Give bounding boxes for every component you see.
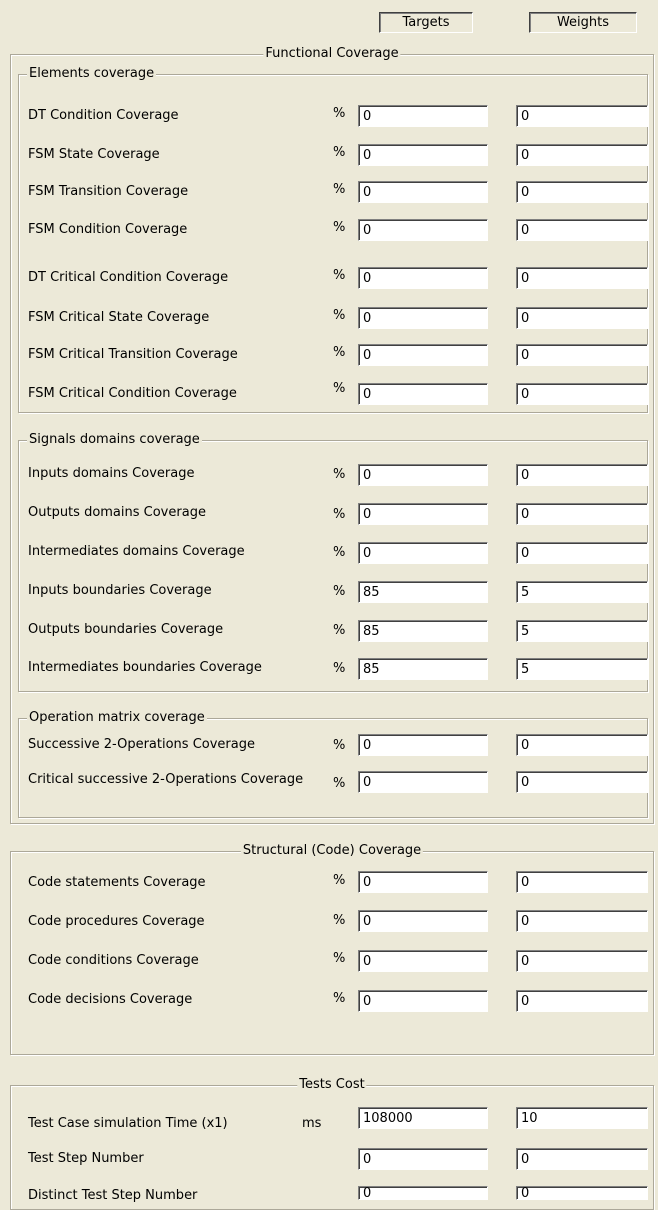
- row-label: Code conditions Coverage: [28, 953, 199, 968]
- row-label: Outputs boundaries Coverage: [28, 622, 224, 637]
- row-label: FSM Transition Coverage: [28, 184, 189, 199]
- percent-unit: %: [333, 182, 346, 197]
- code-conditions-weight-input[interactable]: [516, 950, 648, 972]
- distinct-test-step-number-weight-input[interactable]: [516, 1186, 648, 1200]
- fsm-critical-transition-weight-input[interactable]: [516, 344, 648, 366]
- critical-successive-2-operations-target-input[interactable]: [358, 771, 488, 793]
- intermediates-boundaries-weight-input[interactable]: [516, 658, 648, 680]
- percent-unit: %: [333, 308, 346, 323]
- row-label: Test Case simulation Time (x1): [28, 1116, 228, 1131]
- fsm-state-weight-input[interactable]: [516, 144, 648, 166]
- code-decisions-target-input[interactable]: [358, 990, 488, 1012]
- test-case-simulation-time-target-input[interactable]: [358, 1107, 488, 1129]
- successive-2-operations-target-input[interactable]: [358, 734, 488, 756]
- row-label: FSM Critical Condition Coverage: [28, 386, 237, 401]
- ms-unit: ms: [302, 1116, 322, 1131]
- row-label: Inputs boundaries Coverage: [28, 583, 212, 598]
- critical-successive-2-operations-weight-input[interactable]: [516, 771, 648, 793]
- dt-critical-condition-target-input[interactable]: [358, 267, 488, 289]
- row-label: DT Condition Coverage: [28, 108, 179, 123]
- test-step-number-weight-input[interactable]: [516, 1148, 648, 1170]
- inputs-domains-target-input[interactable]: [358, 464, 488, 486]
- row-label: Intermediates boundaries Coverage: [28, 660, 262, 675]
- code-procedures-target-input[interactable]: [358, 910, 488, 932]
- row-label: Successive 2-Operations Coverage: [28, 737, 255, 752]
- row-label: FSM Critical State Coverage: [28, 310, 210, 325]
- row-label: Outputs domains Coverage: [28, 505, 206, 520]
- functional-coverage-title: Functional Coverage: [263, 46, 401, 62]
- row-label: FSM State Coverage: [28, 147, 160, 162]
- code-statements-weight-input[interactable]: [516, 871, 648, 893]
- successive-2-operations-weight-input[interactable]: [516, 734, 648, 756]
- percent-unit: %: [333, 661, 346, 676]
- percent-unit: %: [333, 738, 346, 753]
- structural-coverage-title: Structural (Code) Coverage: [240, 843, 424, 859]
- dt-critical-condition-weight-input[interactable]: [516, 267, 648, 289]
- fsm-critical-state-target-input[interactable]: [358, 307, 488, 329]
- fsm-condition-weight-input[interactable]: [516, 219, 648, 241]
- fsm-state-target-input[interactable]: [358, 144, 488, 166]
- inputs-domains-weight-input[interactable]: [516, 464, 648, 486]
- code-conditions-target-input[interactable]: [358, 950, 488, 972]
- code-procedures-weight-input[interactable]: [516, 910, 648, 932]
- fsm-critical-condition-target-input[interactable]: [358, 383, 488, 405]
- code-decisions-weight-input[interactable]: [516, 990, 648, 1012]
- row-label: Critical successive 2-Operations Coverag…: [28, 772, 304, 787]
- percent-unit: %: [333, 106, 346, 121]
- outputs-domains-target-input[interactable]: [358, 503, 488, 525]
- fsm-critical-condition-weight-input[interactable]: [516, 383, 648, 405]
- outputs-domains-weight-input[interactable]: [516, 503, 648, 525]
- fsm-transition-target-input[interactable]: [358, 181, 488, 203]
- row-label: Code statements Coverage: [28, 875, 206, 890]
- percent-unit: %: [333, 951, 346, 966]
- fsm-critical-transition-target-input[interactable]: [358, 344, 488, 366]
- operation-matrix-coverage-group: Operation matrix coverage: [18, 710, 648, 818]
- weights-column-header: Weights: [529, 12, 637, 33]
- distinct-test-step-number-target-input[interactable]: [358, 1186, 488, 1200]
- percent-unit: %: [333, 776, 346, 791]
- row-label: Code procedures Coverage: [28, 914, 205, 929]
- row-label: FSM Critical Transition Coverage: [28, 347, 238, 362]
- intermediates-domains-target-input[interactable]: [358, 542, 488, 564]
- signals-domains-coverage-title: Signals domains coverage: [27, 432, 202, 448]
- percent-unit: %: [333, 507, 346, 522]
- percent-unit: %: [333, 381, 346, 396]
- fsm-critical-state-weight-input[interactable]: [516, 307, 648, 329]
- targets-column-header: Targets: [379, 12, 473, 33]
- row-label: Test Step Number: [28, 1151, 144, 1166]
- outputs-boundaries-target-input[interactable]: [358, 620, 488, 642]
- percent-unit: %: [333, 545, 346, 560]
- dt-condition-weight-input[interactable]: [516, 105, 648, 127]
- percent-unit: %: [333, 584, 346, 599]
- fsm-condition-target-input[interactable]: [358, 219, 488, 241]
- code-statements-target-input[interactable]: [358, 871, 488, 893]
- inputs-boundaries-weight-input[interactable]: [516, 581, 648, 603]
- dt-condition-target-input[interactable]: [358, 105, 488, 127]
- inputs-boundaries-target-input[interactable]: [358, 581, 488, 603]
- percent-unit: %: [333, 145, 346, 160]
- test-case-simulation-time-weight-input[interactable]: [516, 1107, 648, 1129]
- row-label: Inputs domains Coverage: [28, 466, 195, 481]
- row-label: DT Critical Condition Coverage: [28, 270, 229, 285]
- intermediates-domains-weight-input[interactable]: [516, 542, 648, 564]
- elements-coverage-title: Elements coverage: [27, 66, 157, 82]
- intermediates-boundaries-target-input[interactable]: [358, 658, 488, 680]
- percent-unit: %: [333, 345, 346, 360]
- test-step-number-target-input[interactable]: [358, 1148, 488, 1170]
- row-label: Code decisions Coverage: [28, 992, 193, 1007]
- percent-unit: %: [333, 467, 346, 482]
- operation-matrix-coverage-title: Operation matrix coverage: [27, 710, 207, 726]
- outputs-boundaries-weight-input[interactable]: [516, 620, 648, 642]
- fsm-transition-weight-input[interactable]: [516, 181, 648, 203]
- percent-unit: %: [333, 913, 346, 928]
- row-label: Distinct Test Step Number: [28, 1188, 198, 1203]
- percent-unit: %: [333, 268, 346, 283]
- percent-unit: %: [333, 991, 346, 1006]
- percent-unit: %: [333, 220, 346, 235]
- row-label: Intermediates domains Coverage: [28, 544, 245, 559]
- percent-unit: %: [333, 623, 346, 638]
- percent-unit: %: [333, 873, 346, 888]
- tests-cost-title: Tests Cost: [297, 1077, 367, 1093]
- row-label: FSM Condition Coverage: [28, 222, 188, 237]
